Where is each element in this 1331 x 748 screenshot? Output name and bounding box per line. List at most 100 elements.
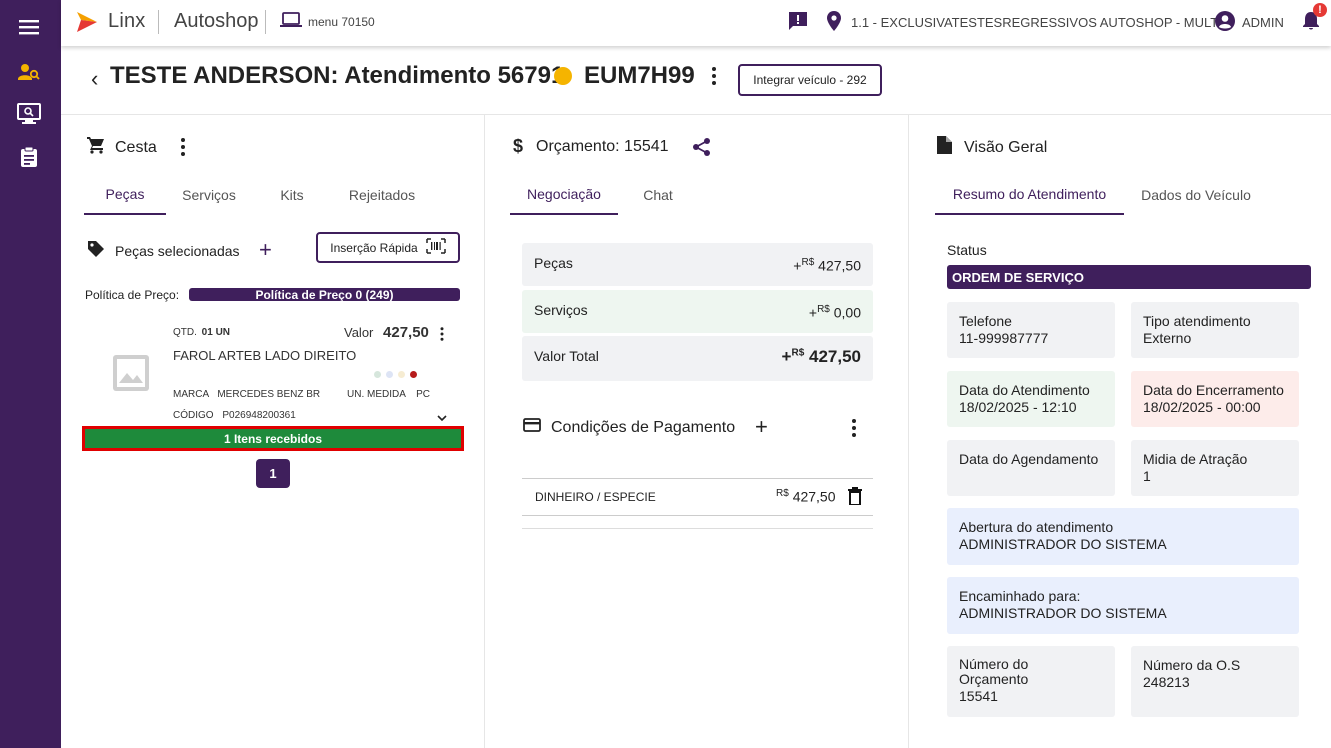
summary-label: Peças <box>534 255 573 271</box>
quick-insert-label: Inserção Rápida <box>330 240 418 255</box>
payment-title: Condições de Pagamento <box>551 418 736 436</box>
card-midia-atracao: Midia de Atração 1 <box>1131 440 1299 496</box>
notification-badge: ! <box>1313 3 1327 17</box>
user-search-icon[interactable] <box>16 59 42 85</box>
payment-title-row: Condições de Pagamento <box>523 418 735 437</box>
card-tipo-atendimento: Tipo atendimento Externo <box>1131 302 1299 358</box>
status-value: ORDEM DE SERVIÇO <box>947 265 1311 289</box>
page-header: ‹ TESTE ANDERSON: Atendimento 56791 EUM7… <box>61 46 1331 115</box>
tab-rejeitados[interactable]: Rejeitados <box>342 175 422 215</box>
tab-servicos[interactable]: Serviços <box>175 175 243 215</box>
basket-title: Cesta <box>115 138 157 156</box>
quick-insert-button[interactable]: Inserção Rápida <box>316 232 460 263</box>
add-payment-icon[interactable]: + <box>755 416 768 438</box>
brand-name: Linx <box>108 10 146 32</box>
store-selector[interactable]: 1.1 - EXCLUSIVATESTESREGRESSIVOS AUTOSHO… <box>827 11 1218 34</box>
brand-row: MARCA MERCEDES BENZ BR <box>173 389 320 400</box>
card-value: 11-999987777 <box>959 330 1049 346</box>
qty-value: 01 UN <box>201 327 231 338</box>
card-label: Encaminhado para: <box>959 588 1081 604</box>
credit-card-icon <box>523 418 541 437</box>
item-more-icon[interactable] <box>436 327 448 342</box>
location-pin-icon <box>827 11 841 34</box>
card-numero-orcamento: Número do Orçamento 15541 <box>947 646 1115 717</box>
document-icon <box>937 136 952 159</box>
header-more-icon[interactable] <box>706 66 722 86</box>
card-value: ADMINISTRADOR DO SISTEMA <box>959 536 1167 552</box>
tab-pecas[interactable]: Peças <box>84 175 166 215</box>
menu-indicator[interactable]: menu 70150 <box>280 12 375 31</box>
card-data-atendimento: Data do Atendimento 18/02/2025 - 12:10 <box>947 371 1115 427</box>
dollar-icon: $ <box>513 136 524 156</box>
overview-title-row: Visão Geral <box>937 136 1047 159</box>
share-icon[interactable] <box>692 137 712 160</box>
card-label: Número da O.S <box>1143 657 1241 673</box>
card-label: Número do <box>959 656 1029 672</box>
user-name: ADMIN <box>1242 15 1284 30</box>
received-items-label: 1 Itens recebidos <box>223 431 323 446</box>
basket-more-icon[interactable] <box>175 137 191 157</box>
chevron-down-icon[interactable] <box>437 409 447 425</box>
summary-value: +R$ 427,50 <box>793 257 861 274</box>
basket-title-row: Cesta <box>87 136 157 159</box>
unit-label: UN. MEDIDA <box>347 389 406 400</box>
pagination-page-1[interactable]: 1 <box>256 459 290 488</box>
card-label: Tipo atendimento <box>1143 313 1251 329</box>
code-value: P026948200361 <box>222 410 296 421</box>
tab-chat[interactable]: Chat <box>636 175 680 215</box>
tab-negociacao[interactable]: Negociação <box>510 175 618 215</box>
basket-panel: Cesta Peças Serviços Kits Rejeitados Peç… <box>61 115 485 748</box>
card-label: Midia de Atração <box>1143 451 1248 467</box>
card-encaminhado: Encaminhado para: ADMINISTRADOR DO SISTE… <box>947 577 1299 634</box>
notifications-button[interactable]: ! <box>1301 3 1327 35</box>
back-button[interactable]: ‹ <box>91 66 98 92</box>
vehicle-plate: EUM7H99 <box>584 62 695 89</box>
unit-value: PC <box>416 389 431 400</box>
overview-title: Visão Geral <box>964 138 1048 156</box>
account-icon <box>1215 11 1235 34</box>
payment-more-icon[interactable] <box>846 418 862 438</box>
card-value: 18/02/2025 - 12:10 <box>959 399 1077 415</box>
menu-label: menu 70150 <box>308 14 375 29</box>
tab-kits[interactable]: Kits <box>272 175 312 215</box>
card-label: Telefone <box>959 313 1012 329</box>
trash-icon[interactable] <box>848 487 862 508</box>
store-name: 1.1 - EXCLUSIVATESTESREGRESSIVOS AUTOSHO… <box>851 15 1219 30</box>
budget-panel: $ Orçamento: 15541 Negociação Chat Peças… <box>486 115 909 748</box>
card-value: 18/02/2025 - 00:00 <box>1143 399 1261 415</box>
summary-row-total: Valor Total +R$ 427,50 <box>522 336 873 381</box>
selected-parts-label: Peças selecionadas <box>115 242 240 259</box>
hamburger-icon[interactable] <box>16 14 42 40</box>
payment-method: DINHEIRO / ESPECIE <box>535 490 656 504</box>
divider <box>158 10 159 34</box>
card-value: 248213 <box>1143 674 1190 690</box>
tab-dados-veiculo[interactable]: Dados do Veículo <box>1135 175 1257 215</box>
card-abertura: Abertura do atendimento ADMINISTRADOR DO… <box>947 508 1299 565</box>
summary-label: Serviços <box>534 302 588 318</box>
user-menu[interactable]: ADMIN <box>1215 11 1284 34</box>
unit-row: UN. MEDIDA PC <box>347 389 430 400</box>
brand-value: MERCEDES BENZ BR <box>217 389 321 400</box>
card-value: ADMINISTRADOR DO SISTEMA <box>959 605 1167 621</box>
add-part-icon[interactable]: + <box>259 239 272 261</box>
laptop-icon <box>280 12 302 31</box>
top-bar: Linx Autoshop menu 70150 1.1 - EXCLUSIVA… <box>61 0 1331 46</box>
status-indicator <box>554 67 572 85</box>
price-policy-value[interactable]: Política de Preço 0 (249) <box>189 288 460 302</box>
status-label: Status <box>947 242 987 258</box>
code-label: CÓDIGO <box>173 410 214 421</box>
chat-alert-icon[interactable] <box>788 11 808 31</box>
monitor-search-icon[interactable] <box>16 101 42 127</box>
price-policy-label: Política de Preço: <box>85 288 180 302</box>
summary-total-value: +R$ 427,50 <box>781 347 861 366</box>
summary-label: Valor Total <box>534 348 599 364</box>
card-value: Externo <box>1143 330 1192 346</box>
card-label: Abertura do atendimento <box>959 519 1114 535</box>
summary-value: +R$ 0,00 <box>808 304 861 321</box>
clipboard-icon[interactable] <box>16 144 42 170</box>
linx-logo-icon <box>75 10 99 34</box>
integrate-vehicle-button[interactable]: Integrar veículo - 292 <box>738 64 882 96</box>
budget-title-row: $ Orçamento: 15541 <box>513 136 669 157</box>
budget-title: Orçamento: 15541 <box>536 137 669 155</box>
tab-resumo[interactable]: Resumo do Atendimento <box>935 175 1124 215</box>
